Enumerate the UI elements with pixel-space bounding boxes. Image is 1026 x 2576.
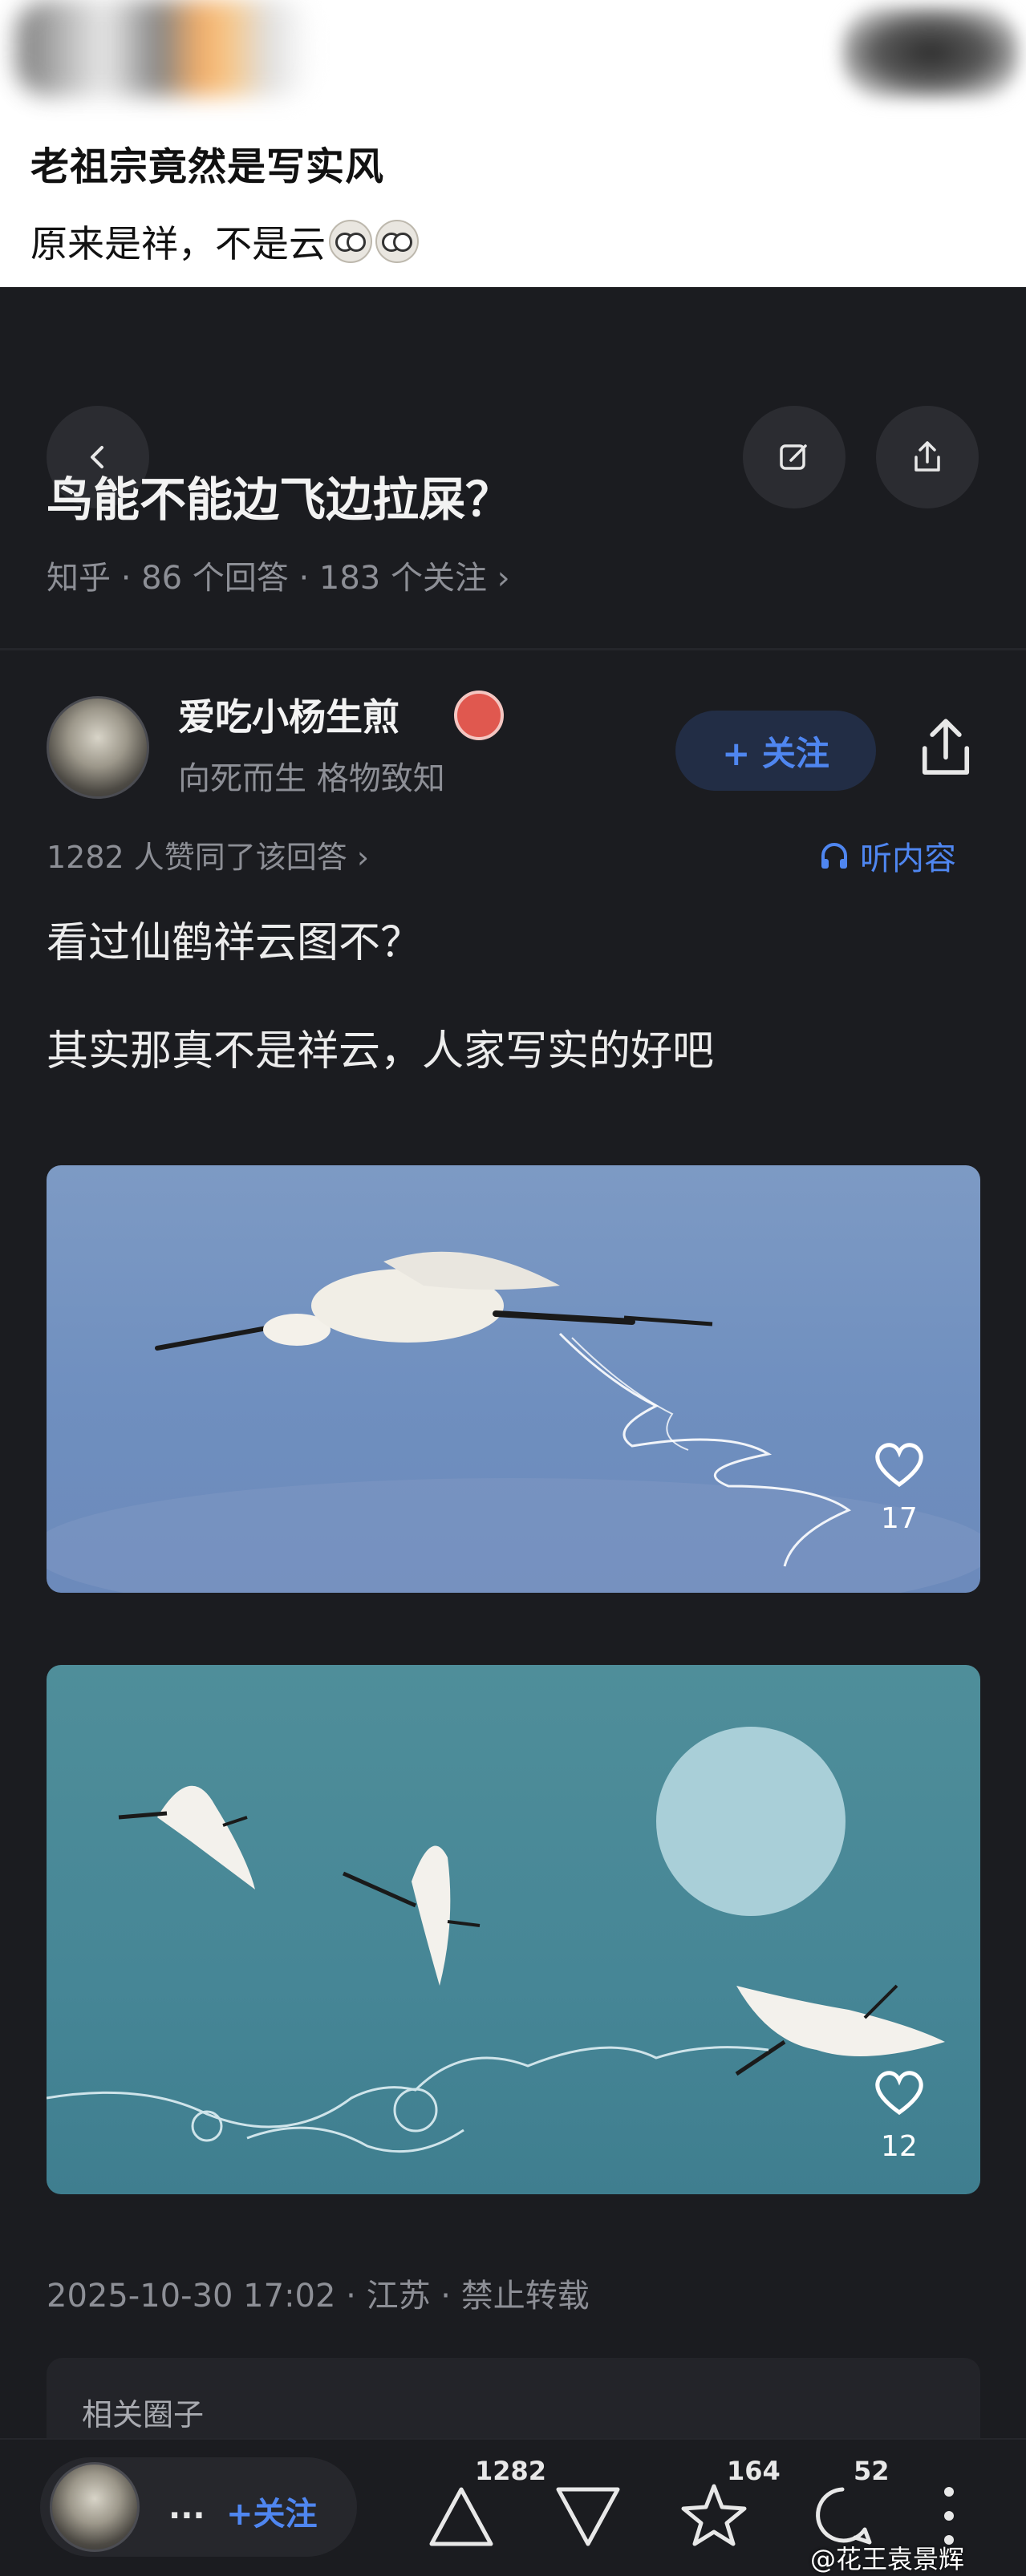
bar-author-name: ... — [168, 2489, 205, 2526]
author-name[interactable]: 爱吃小杨生煎 — [178, 688, 399, 741]
author-avatar[interactable] — [47, 696, 149, 799]
author-signature: 向死而生 格物致知 — [178, 760, 445, 797]
edit-answer-button[interactable] — [743, 406, 846, 508]
share-answer-icon[interactable] — [910, 712, 982, 784]
weibo-post-header: 老祖宗竟然是写实风 原来是祥，不是云 — [0, 0, 1026, 287]
weibo-subtitle-text: 原来是祥，不是云 — [30, 222, 326, 265]
comment-count: 52 — [854, 2456, 890, 2486]
bar-author-avatar[interactable] — [50, 2462, 140, 2552]
listen-button[interactable]: 听内容 — [818, 832, 956, 879]
image-like-count: 12 — [881, 2130, 918, 2163]
related-circles-card[interactable]: 相关圈子 — [47, 2358, 980, 2438]
spoonbill-illustration — [47, 1251, 980, 1593]
heart-icon[interactable] — [871, 2066, 927, 2117]
answer-image-cranes[interactable]: 12 — [47, 1665, 980, 2194]
edit-icon — [780, 444, 807, 470]
share-icon — [914, 441, 940, 472]
follow-author-button[interactable]: + 关注 — [675, 711, 876, 791]
listen-label: 听内容 — [860, 840, 956, 877]
agree-count-line[interactable]: 1282 人赞同了该回答 › — [47, 832, 369, 877]
answer-image-spoonbill[interactable]: 17 — [47, 1165, 980, 1593]
downvote-icon[interactable] — [554, 2485, 622, 2549]
cranes-illustration — [47, 1727, 945, 2153]
related-circles-label: 相关圈子 — [82, 2397, 205, 2432]
post-meta: 2025-10-30 17:02 · 江苏 · 禁止转载 — [47, 2278, 590, 2315]
certified-badge-icon — [454, 691, 504, 740]
heart-icon[interactable] — [871, 1438, 927, 1489]
question-meta[interactable]: 知乎 · 86 个回答 · 183 个关注 › — [47, 552, 510, 598]
upvote-icon[interactable] — [427, 2485, 496, 2549]
blurred-user-area — [842, 6, 1019, 99]
shocked-face-emoji-icon — [375, 220, 419, 263]
zhihu-answer-screenshot: 鸟能不能边飞边拉屎？ 知乎 · 86 个回答 · 183 个关注 › 爱吃小杨生… — [0, 287, 1026, 2576]
answer-paragraph-1: 看过仙鹤祥云图不？ — [47, 919, 423, 967]
divider — [0, 648, 1026, 650]
question-title[interactable]: 鸟能不能边飞边拉屎？ — [47, 462, 512, 529]
share-button[interactable] — [876, 406, 979, 508]
star-icon[interactable] — [680, 2481, 748, 2549]
shocked-face-emoji-icon — [329, 220, 372, 263]
weibo-post-subtitle: 原来是祥，不是云 — [30, 215, 419, 268]
bar-follow-button[interactable]: +关注 — [226, 2488, 318, 2534]
answer-paragraph-2: 其实那真不是祥云，人家写实的好吧 — [47, 1027, 715, 1075]
weibo-watermark: @花王袁景辉 — [810, 2544, 965, 2574]
headphones-icon — [821, 843, 847, 869]
image-like-count: 17 — [881, 1502, 918, 1535]
blurred-avatar-area — [16, 0, 313, 96]
upvote-count: 1282 — [475, 2456, 547, 2486]
favorite-count: 164 — [727, 2456, 781, 2486]
weibo-post-title: 老祖宗竟然是写实风 — [30, 144, 385, 189]
author-follow-pill[interactable]: ... +关注 — [40, 2457, 357, 2557]
